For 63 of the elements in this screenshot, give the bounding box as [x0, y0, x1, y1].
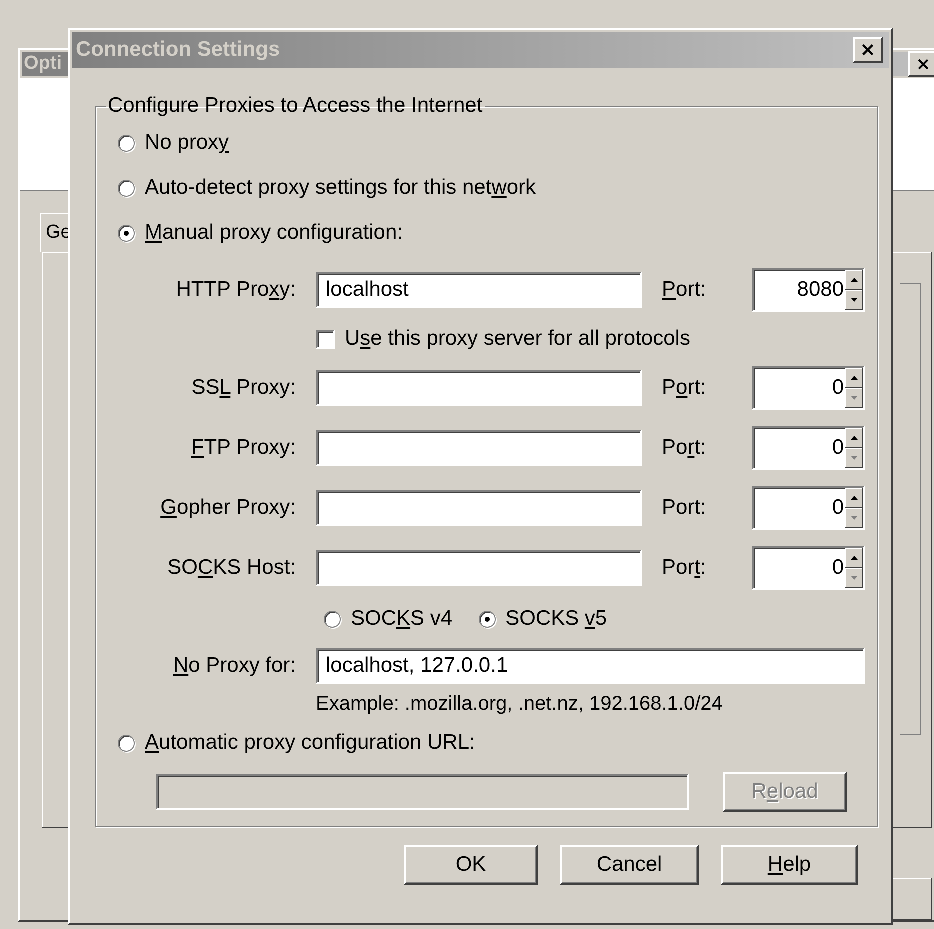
close-icon: [862, 44, 874, 56]
port-spinner[interactable]: 0: [752, 486, 865, 530]
radio-button[interactable]: [118, 224, 135, 242]
close-button[interactable]: [853, 37, 883, 63]
close-icon: [918, 58, 928, 70]
proxy-field[interactable]: [316, 490, 642, 526]
spin-down-button[interactable]: [845, 290, 863, 310]
radio-button[interactable]: [324, 610, 341, 628]
down-arrow-icon: [850, 396, 858, 400]
field-label: No Proxy for:: [173, 654, 296, 678]
checkbox[interactable]: [316, 330, 335, 348]
up-arrow-icon: [850, 556, 858, 560]
checkbox-label: Use this proxy server for all protocols: [345, 327, 690, 351]
radio-button[interactable]: [118, 734, 135, 752]
spin-up-button[interactable]: [845, 428, 863, 448]
spin-up-button[interactable]: [845, 270, 863, 290]
radio-label: No proxy: [145, 131, 230, 155]
window-title: Opti: [24, 53, 62, 75]
port-label: Port:: [662, 376, 708, 400]
up-arrow-icon: [850, 496, 858, 500]
spin-up-button[interactable]: [845, 368, 863, 388]
up-arrow-icon: [850, 376, 858, 380]
radio-button[interactable]: [118, 180, 135, 196]
dialog-button[interactable]: OK: [404, 845, 538, 885]
field-label: SSL Proxy:: [192, 376, 296, 400]
group-title: Configure Proxies to Access the Internet: [107, 94, 484, 118]
port-label: Port:: [662, 278, 708, 302]
no-proxy-field[interactable]: localhost, 127.0.0.1: [316, 648, 865, 684]
proxy-field[interactable]: [316, 430, 642, 466]
radio-label: SOCKS v4: [351, 607, 453, 631]
radio-button[interactable]: [478, 610, 496, 628]
radio-label: Automatic proxy configuration URL:: [145, 731, 476, 755]
down-arrow-icon: [850, 298, 858, 302]
close-button[interactable]: [908, 51, 934, 77]
example-text: Example: .mozilla.org, .net.nz, 192.168.1.0/24: [316, 693, 724, 716]
field-label: HTTP Proxy:: [176, 278, 296, 302]
spin-up-button[interactable]: [845, 548, 863, 568]
port-label: Port:: [662, 496, 708, 520]
radio-label: SOCKS v5: [506, 607, 608, 631]
port-spinner[interactable]: 8080: [752, 268, 865, 312]
dialog-button[interactable]: Help: [721, 845, 858, 885]
down-arrow-icon: [850, 516, 858, 520]
port-spinner[interactable]: 0: [752, 366, 865, 410]
spin-up-button[interactable]: [845, 488, 863, 508]
dialog-title: Connection Settings: [76, 38, 280, 62]
down-arrow-icon: [850, 456, 858, 460]
field-label: FTP Proxy:: [191, 436, 296, 460]
proxy-field[interactable]: [316, 550, 642, 586]
proxy-field[interactable]: [316, 370, 642, 406]
up-arrow-icon: [850, 278, 858, 282]
radio-label: Auto-detect proxy settings for this network: [145, 176, 536, 200]
port-label: Port:: [662, 556, 708, 580]
dialog-button[interactable]: Cancel: [560, 845, 699, 885]
radio-label: Manual proxy configuration:: [145, 221, 403, 245]
radio-button[interactable]: [118, 134, 135, 152]
port-spinner[interactable]: 0: [752, 546, 865, 590]
field-label: SOCKS Host:: [168, 556, 296, 580]
field-label: Gopher Proxy:: [160, 496, 296, 520]
proxy-field[interactable]: localhost: [316, 272, 642, 308]
port-label: Port:: [662, 436, 708, 460]
port-spinner[interactable]: 0: [752, 426, 865, 470]
up-arrow-icon: [850, 436, 858, 440]
down-arrow-icon: [850, 576, 858, 580]
